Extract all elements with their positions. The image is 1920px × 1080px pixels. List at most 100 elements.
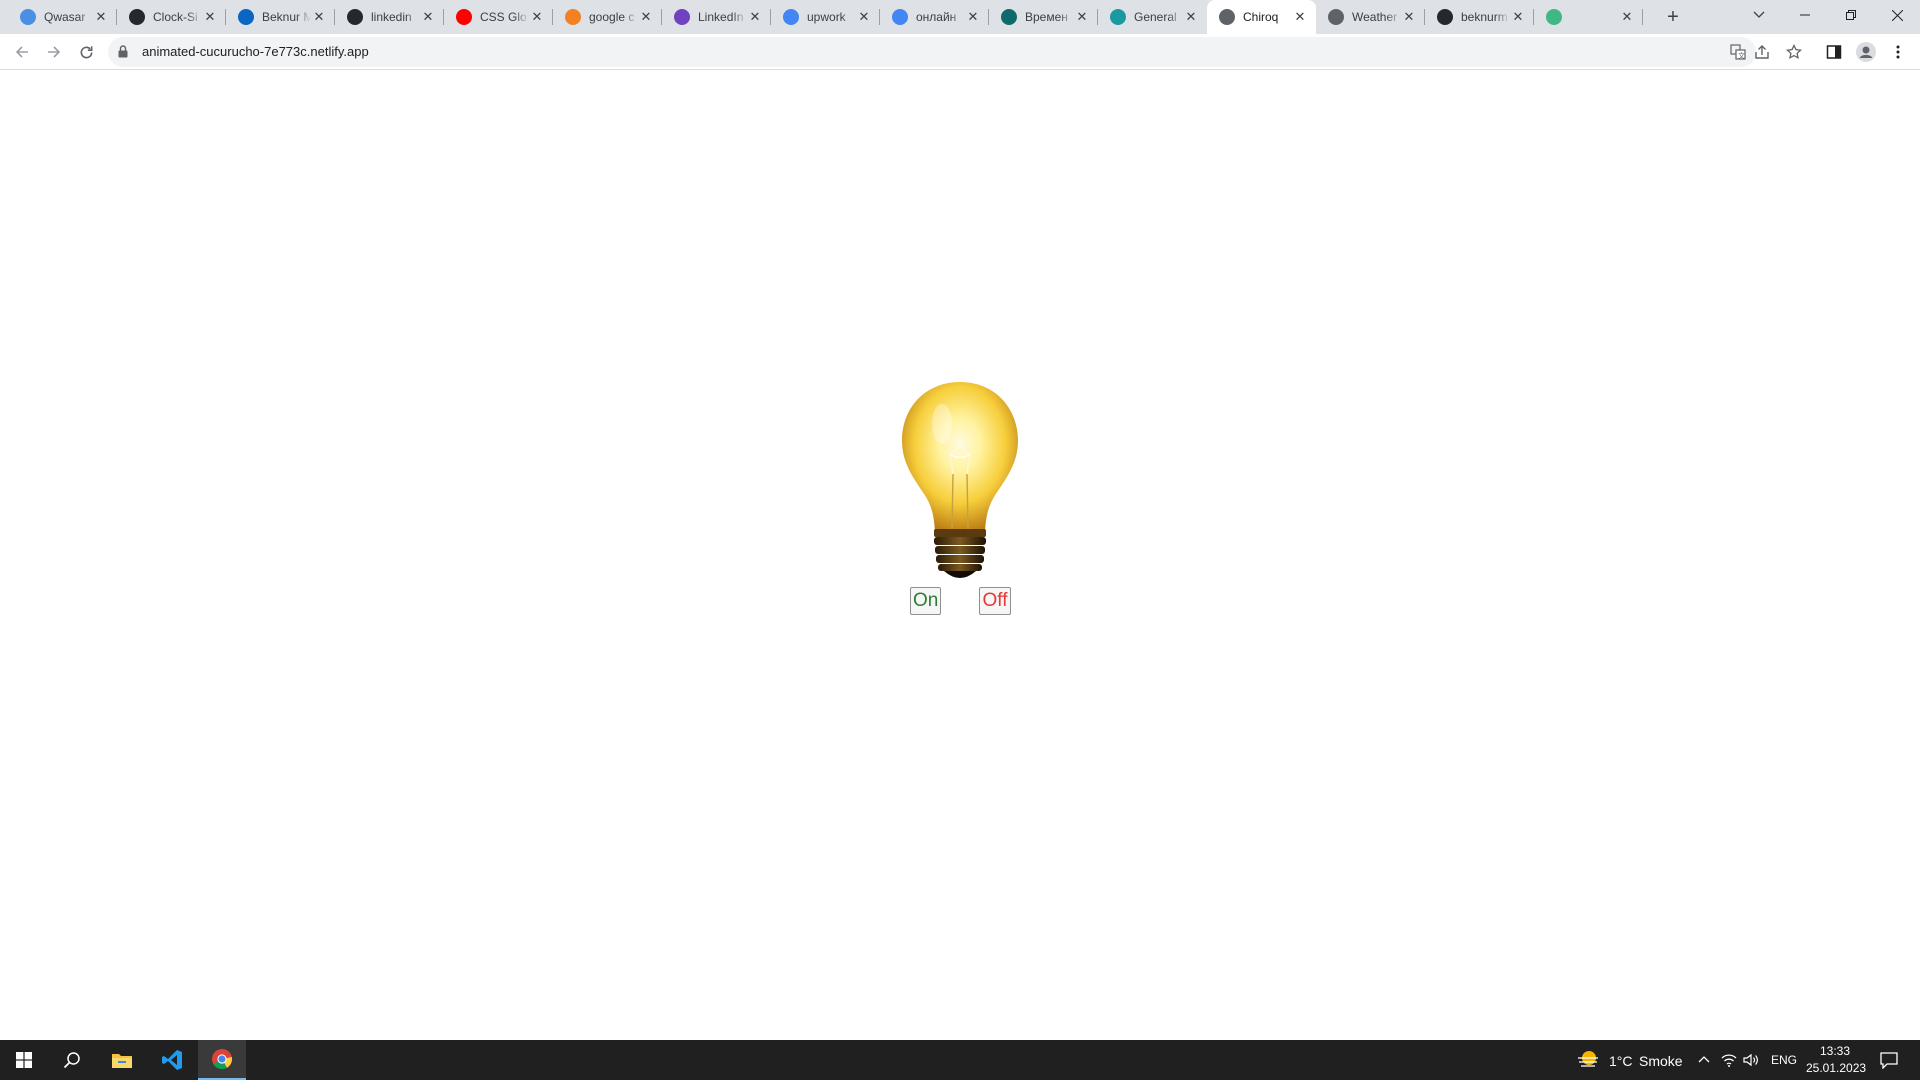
reload-button[interactable] [72, 38, 100, 66]
clock-date[interactable]: 25.01.2023 [1806, 1061, 1866, 1075]
windows-taskbar: 1°C Smoke ENG 13:33 25.01.2023 [0, 1040, 1920, 1080]
address-bar[interactable]: animated-cucurucho-7e773c.netlify.app 文 [108, 37, 1756, 67]
restore-button[interactable] [1828, 0, 1874, 30]
file-explorer-button[interactable] [98, 1040, 146, 1080]
weather-icon [1578, 1051, 1598, 1067]
tab-close-icon[interactable]: ✕ [1510, 9, 1526, 25]
chevron-up-icon[interactable] [1698, 1055, 1710, 1063]
folder-icon [112, 1054, 132, 1068]
tab-close-icon[interactable]: ✕ [1619, 9, 1635, 25]
github-icon [129, 9, 145, 25]
tab-close-icon[interactable]: ✕ [420, 9, 436, 25]
tab-title: beknurm [1461, 10, 1508, 24]
browser-tab[interactable]: Weather ✕ [1316, 0, 1425, 34]
qwasar-icon [20, 9, 36, 25]
stackoverflow-icon [565, 9, 581, 25]
globe-icon [1328, 9, 1344, 25]
tab-close-icon[interactable]: ✕ [638, 9, 654, 25]
wifi-icon[interactable] [1721, 1053, 1737, 1067]
volume-icon[interactable] [1743, 1053, 1759, 1067]
browser-tab[interactable]: LinkedIn ✕ [662, 0, 771, 34]
browser-tab[interactable]: онлайн ✕ [880, 0, 989, 34]
tab-close-icon[interactable]: ✕ [1074, 9, 1090, 25]
generic-teal-icon [1001, 9, 1017, 25]
language-indicator[interactable]: ENG [1771, 1053, 1797, 1067]
google-icon [783, 9, 799, 25]
search-button[interactable] [48, 1040, 96, 1080]
tab-title: Времен [1025, 10, 1068, 24]
close-window-button[interactable] [1874, 0, 1920, 30]
tab-separator [1642, 9, 1643, 25]
vscode-button[interactable] [148, 1040, 196, 1080]
browser-tab[interactable]: Qwasar ✕ [8, 0, 117, 34]
tab-close-icon[interactable]: ✕ [1401, 9, 1417, 25]
browser-tab[interactable]: upwork ✕ [771, 0, 880, 34]
tab-search-button[interactable] [1736, 0, 1782, 30]
github-icon [347, 9, 363, 25]
tab-title: онлайн [916, 10, 957, 24]
browser-toolbar: animated-cucurucho-7e773c.netlify.app 文 [0, 34, 1920, 70]
tab-title: Weather [1352, 10, 1398, 24]
tab-title: Beknur M [262, 10, 311, 24]
tab-close-icon[interactable]: ✕ [747, 9, 763, 25]
back-button[interactable] [8, 38, 36, 66]
clock-time[interactable]: 13:33 [1820, 1044, 1850, 1058]
start-button[interactable] [0, 1040, 48, 1080]
svg-text:文: 文 [1738, 51, 1745, 60]
browser-tab[interactable]: General ✕ [1098, 0, 1207, 34]
browser-tab[interactable]: Clock-Si ✕ [117, 0, 226, 34]
youtube-icon [456, 9, 472, 25]
search-icon [63, 1052, 80, 1069]
tab-title: LinkedIn [698, 10, 744, 24]
tab-close-icon[interactable]: ✕ [529, 9, 545, 25]
forward-button[interactable] [40, 38, 68, 66]
notification-icon[interactable] [1880, 1052, 1898, 1069]
light-bulb-image [902, 382, 1018, 578]
browser-tab[interactable]: linkedin ✕ [335, 0, 444, 34]
browser-tab[interactable]: beknurm ✕ [1425, 0, 1534, 34]
windows-logo-icon [16, 1052, 32, 1068]
browser-tab[interactable]: Beknur M ✕ [226, 0, 335, 34]
reload-icon [80, 45, 92, 58]
tab-close-icon[interactable]: ✕ [1292, 9, 1308, 25]
turn-off-button[interactable]: Off [979, 587, 1011, 615]
globe-icon [1219, 9, 1235, 25]
tab-title: Clock-Si [153, 10, 198, 24]
vue-icon [1546, 9, 1562, 25]
profile-button[interactable] [1856, 42, 1876, 62]
turn-on-button[interactable]: On [910, 587, 941, 615]
tab-close-icon[interactable]: ✕ [202, 9, 218, 25]
more-vert-icon [1896, 45, 1900, 59]
translate-button[interactable]: 文 [1728, 42, 1748, 62]
chevron-down-icon [1753, 11, 1765, 18]
tab-close-icon[interactable]: ✕ [1183, 9, 1199, 25]
browser-tab[interactable]: CSS Glo ✕ [444, 0, 553, 34]
close-icon [1891, 9, 1903, 21]
bookmark-button[interactable] [1784, 42, 1804, 62]
new-tab-button[interactable]: + [1661, 5, 1685, 29]
tab-title: Chiroq [1243, 10, 1279, 24]
tab-close-icon[interactable]: ✕ [311, 9, 327, 25]
arrow-right-icon [48, 46, 61, 58]
tab-list: Qwasar ✕ Clock-Si ✕ Beknur M ✕ linkedin ✕ CSS Gl… [8, 0, 1643, 34]
tab-title: Qwasar [44, 10, 86, 24]
side-panel-button[interactable] [1824, 42, 1844, 62]
tab-close-icon[interactable]: ✕ [93, 9, 109, 25]
weather-temperature[interactable]: 1°C [1609, 1053, 1633, 1069]
tab-title: linkedin [371, 10, 412, 24]
tab-close-icon[interactable]: ✕ [965, 9, 981, 25]
minimize-button[interactable] [1782, 0, 1828, 30]
share-button[interactable] [1752, 42, 1772, 62]
tab-close-icon[interactable]: ✕ [856, 9, 872, 25]
browser-menu-button[interactable] [1888, 42, 1908, 62]
weather-condition[interactable]: Smoke [1639, 1053, 1683, 1069]
browser-tab[interactable]: google c ✕ [553, 0, 662, 34]
browser-tab[interactable]: ✕ [1534, 0, 1643, 34]
restore-icon [1846, 10, 1856, 20]
tab-title: upwork [807, 10, 846, 24]
chrome-taskbar-button[interactable] [198, 1040, 246, 1080]
browser-tab[interactable]: Chiroq ✕ [1207, 0, 1316, 34]
browser-tab[interactable]: Времен ✕ [989, 0, 1098, 34]
github-icon [1437, 9, 1453, 25]
chrome-icon [212, 1049, 233, 1070]
